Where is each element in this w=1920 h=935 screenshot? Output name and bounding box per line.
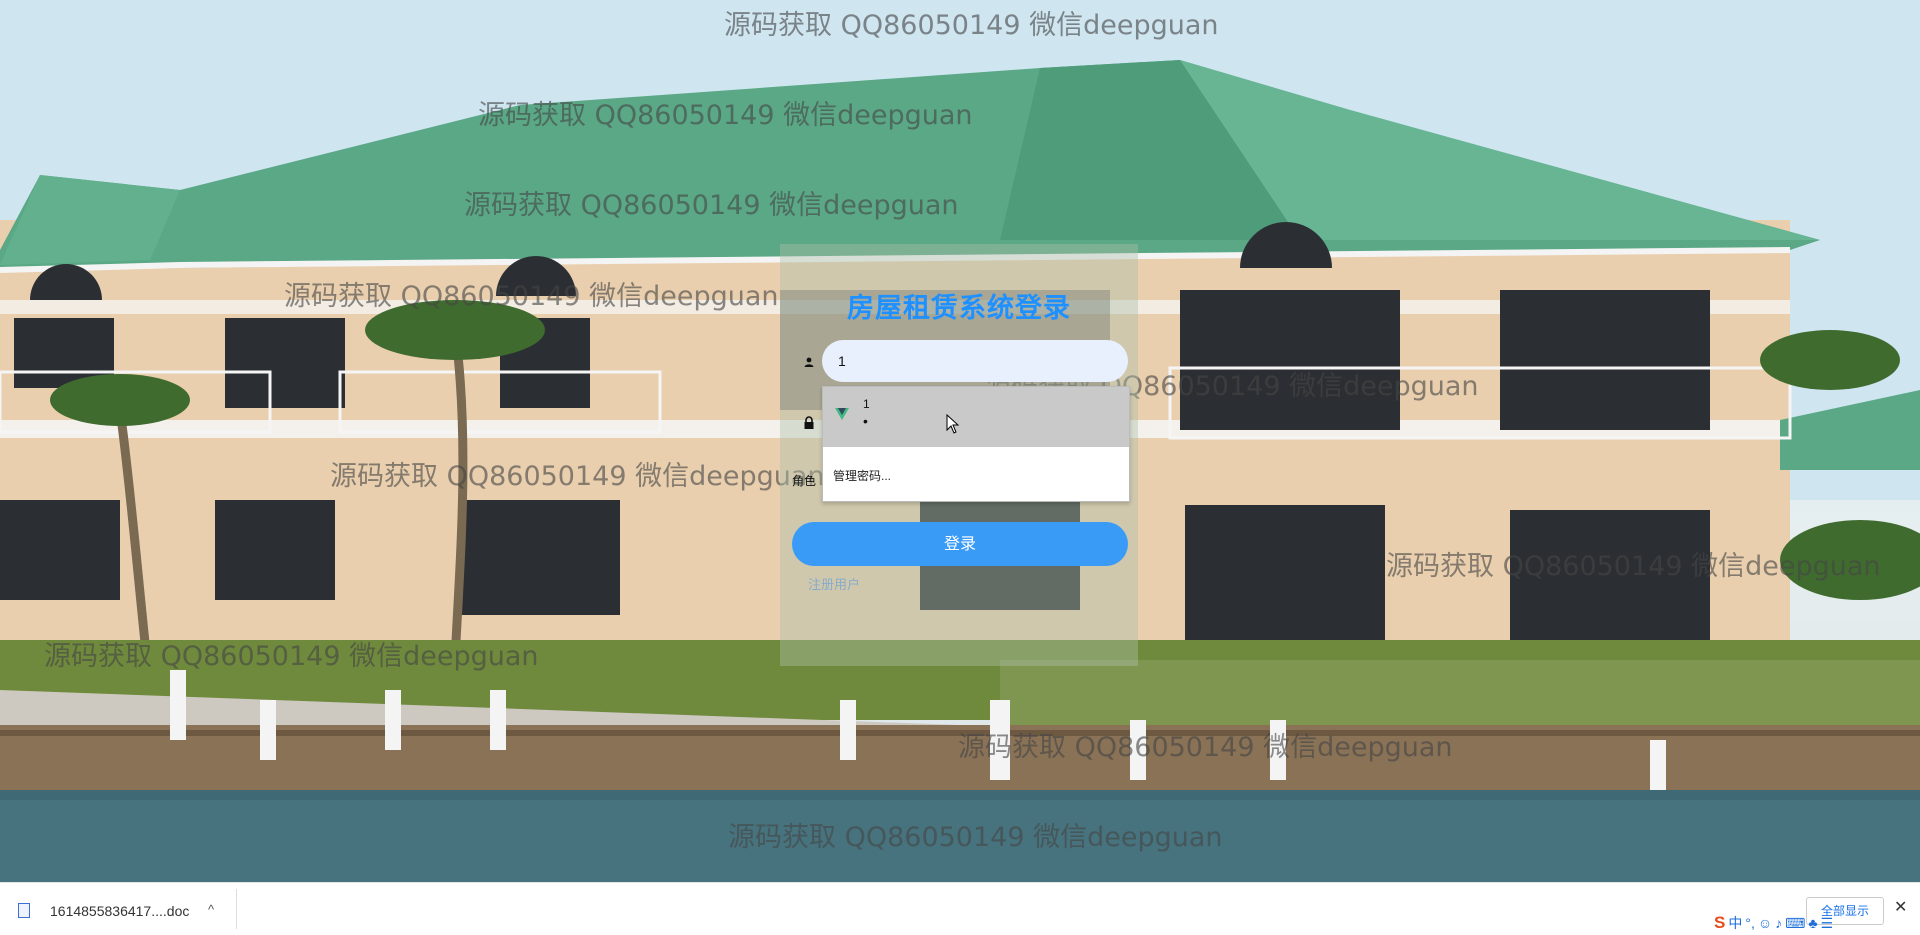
autofill-username: 1 — [863, 397, 870, 411]
download-file-name: 1614855836417....doc — [50, 903, 190, 919]
close-icon[interactable]: ✕ — [1894, 897, 1907, 917]
username-value: 1 — [838, 353, 846, 369]
sogou-logo-icon[interactable]: S — [1714, 913, 1725, 933]
chevron-up-icon[interactable]: ^ — [208, 902, 214, 917]
manage-passwords-link[interactable]: 管理密码... — [833, 467, 891, 484]
punctuation-icon[interactable]: °, — [1745, 915, 1755, 931]
user-icon — [802, 356, 816, 370]
ime-toolbar: S 中 °, ☺ ♪ ⌨ ♣ ☰ — [1714, 912, 1833, 934]
ime-mode-label[interactable]: 中 — [1728, 913, 1742, 933]
divider — [236, 889, 237, 929]
doc-file-icon — [18, 903, 30, 918]
username-input[interactable]: 1 — [822, 340, 1128, 382]
register-link[interactable]: 注册用户 — [808, 574, 860, 593]
skin-icon[interactable]: ♣ — [1808, 915, 1817, 931]
download-item[interactable]: 1614855836417....doc ^ — [18, 897, 234, 923]
login-button[interactable]: 登录 — [792, 522, 1128, 566]
lock-icon — [802, 416, 816, 430]
autofill-dropdown: 1 • 管理密码... — [822, 386, 1130, 502]
login-panel: 房屋租赁系统登录 1 1 • 管理密码... 角色 登录 注册用户 — [780, 244, 1138, 666]
role-label: 角色 — [792, 474, 817, 488]
keyboard-icon[interactable]: ⌨ — [1785, 915, 1805, 932]
toolbox-icon[interactable]: ☰ — [1821, 915, 1834, 932]
mouse-cursor-icon — [946, 414, 960, 434]
microphone-icon[interactable]: ♪ — [1775, 915, 1782, 931]
download-bar: 1614855836417....doc ^ 全部显示 ✕ — [0, 882, 1920, 935]
vue-logo-icon — [835, 407, 849, 421]
emoji-icon[interactable]: ☺ — [1758, 915, 1772, 931]
login-title: 房屋租赁系统登录 — [847, 293, 1071, 323]
autofill-suggestion[interactable]: 1 • — [823, 387, 1129, 447]
autofill-password-mask: • — [863, 413, 868, 429]
